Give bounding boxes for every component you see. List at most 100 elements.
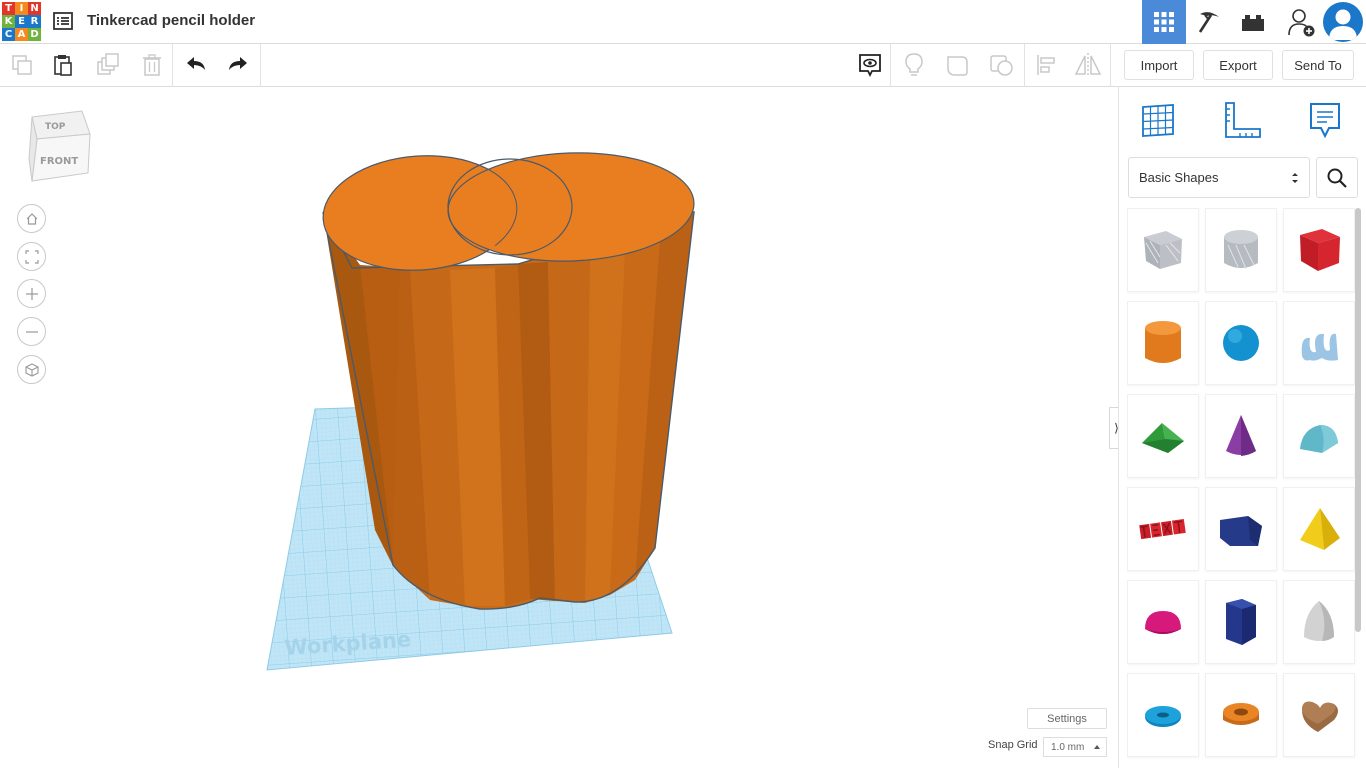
- duplicate-button[interactable]: [93, 50, 123, 80]
- box-icon: [1300, 229, 1340, 271]
- shape-tile-heart[interactable]: [1283, 673, 1355, 757]
- shape-tile-box[interactable]: [1283, 208, 1355, 292]
- undo-button[interactable]: [181, 50, 211, 80]
- copy-button[interactable]: [7, 50, 37, 80]
- settings-button[interactable]: Settings: [1027, 708, 1107, 729]
- shape-tile-torus[interactable]: [1127, 673, 1199, 757]
- workplane-button[interactable]: [1137, 99, 1179, 141]
- scribble-icon: [1301, 333, 1338, 361]
- home-icon: [26, 212, 37, 225]
- logo-letter: N: [28, 2, 41, 15]
- shape-search-button[interactable]: [1316, 157, 1358, 198]
- shape-tile-half-sphere[interactable]: [1127, 580, 1199, 664]
- group-button[interactable]: [943, 50, 973, 80]
- logo-letter: C: [2, 28, 15, 41]
- select-arrows-icon: [1292, 173, 1298, 183]
- perspective-icon: [24, 362, 39, 377]
- align-button[interactable]: [1031, 50, 1061, 80]
- shape-tile-box-hole[interactable]: [1127, 208, 1199, 292]
- shape-tile-hexagonal-prism[interactable]: [1205, 580, 1277, 664]
- box-hole-icon: [1144, 231, 1182, 269]
- shape-tile-polygon[interactable]: [1205, 487, 1277, 571]
- shape-tile-text[interactable]: [1127, 487, 1199, 571]
- copy-icon: [12, 55, 32, 75]
- shape-tile-cone[interactable]: [1205, 394, 1277, 478]
- logo-letter: K: [2, 15, 15, 28]
- undo-icon: [187, 57, 205, 70]
- text-3d-icon: [1139, 519, 1186, 540]
- logo-letter: R: [28, 15, 41, 28]
- zoom-in-icon: [25, 287, 38, 300]
- paste-button[interactable]: [48, 50, 78, 80]
- shape-tile-paraboloid[interactable]: [1283, 580, 1355, 664]
- 3d-workspace[interactable]: Workplane TOP FRONT Settings Snap Grid 1…: [0, 87, 1123, 768]
- shapes-panel: Basic Shapes: [1118, 87, 1366, 768]
- top-header: T I N K E R C A D Tinkercad pencil holde…: [0, 0, 1366, 44]
- delete-button[interactable]: [137, 50, 167, 80]
- redo-button[interactable]: [223, 50, 253, 80]
- zoom-out-icon: [25, 330, 38, 333]
- shape-tile-cylinder-hole[interactable]: [1205, 208, 1277, 292]
- add-user-icon: [1288, 9, 1315, 37]
- align-icon: [1037, 55, 1055, 75]
- shape-tile-pyramid[interactable]: [1283, 487, 1355, 571]
- caret-up-icon: [1094, 745, 1100, 749]
- torus-icon: [1145, 706, 1181, 727]
- ruler-icon: [1225, 102, 1261, 138]
- shape-tile-sphere[interactable]: [1205, 301, 1277, 385]
- paraboloid-icon: [1304, 601, 1334, 641]
- heart-icon: [1302, 701, 1338, 732]
- user-avatar-icon: [1329, 9, 1357, 40]
- search-icon: [1327, 168, 1347, 188]
- toolbar-divider: [890, 44, 891, 87]
- light-bulb-button[interactable]: [899, 50, 929, 80]
- design-title[interactable]: Tinkercad pencil holder: [87, 12, 255, 29]
- design-list-icon[interactable]: [52, 10, 74, 32]
- snap-grid-select[interactable]: 1.0 mm: [1043, 737, 1107, 757]
- import-button[interactable]: Import: [1124, 50, 1194, 80]
- shape-tile-roof[interactable]: [1127, 394, 1199, 478]
- hexagonal-prism-icon: [1226, 599, 1256, 645]
- shape-tile-round-roof[interactable]: [1283, 394, 1355, 478]
- mirror-button[interactable]: [1073, 50, 1103, 80]
- shape-category-select[interactable]: Basic Shapes: [1128, 157, 1310, 198]
- user-avatar[interactable]: [1323, 2, 1363, 42]
- ungroup-button[interactable]: [987, 50, 1017, 80]
- viewcube-front-label: FRONT: [40, 156, 78, 167]
- notes-button[interactable]: [1304, 99, 1346, 141]
- toolbar-divider: [1024, 44, 1025, 87]
- logo-letter: D: [28, 28, 41, 41]
- scene[interactable]: Workplane: [0, 87, 1118, 768]
- view-cube[interactable]: TOP FRONT: [28, 109, 92, 190]
- send-to-button[interactable]: Send To: [1282, 50, 1354, 80]
- logo-letter: A: [15, 28, 28, 41]
- notes-icon: [1310, 103, 1340, 139]
- home-view-button[interactable]: [17, 204, 46, 233]
- shape-library-grid: [1127, 208, 1359, 768]
- add-user-button[interactable]: [1279, 0, 1323, 44]
- shape-tile-cylinder[interactable]: [1127, 301, 1199, 385]
- zoom-out-button[interactable]: [17, 317, 46, 346]
- duplicate-icon: [97, 53, 119, 75]
- fit-view-button[interactable]: [17, 242, 46, 271]
- pyramid-icon: [1300, 508, 1340, 550]
- light-bulb-icon: [905, 53, 923, 76]
- cylinder-icon: [1145, 321, 1181, 363]
- toolbar-divider: [1110, 44, 1111, 87]
- shape-tile-scribble[interactable]: [1283, 301, 1355, 385]
- roof-icon: [1142, 423, 1184, 453]
- shape-hole-icon: [990, 55, 1013, 76]
- shape-tile-tube[interactable]: [1205, 673, 1277, 757]
- shapes-scrollbar[interactable]: [1355, 208, 1361, 632]
- tinkercad-logo[interactable]: T I N K E R C A D: [2, 2, 41, 41]
- notes-visibility-button[interactable]: [855, 50, 885, 80]
- 3d-design-view-button[interactable]: [1142, 0, 1186, 44]
- ruler-button[interactable]: [1221, 99, 1263, 141]
- perspective-button[interactable]: [17, 355, 46, 384]
- edit-toolbar: Import Export Send To: [0, 44, 1366, 87]
- zoom-in-button[interactable]: [17, 279, 46, 308]
- export-button[interactable]: Export: [1203, 50, 1273, 80]
- bricks-view-button[interactable]: [1231, 0, 1275, 44]
- blocks-view-button[interactable]: [1187, 0, 1231, 44]
- sphere-icon: [1223, 325, 1259, 361]
